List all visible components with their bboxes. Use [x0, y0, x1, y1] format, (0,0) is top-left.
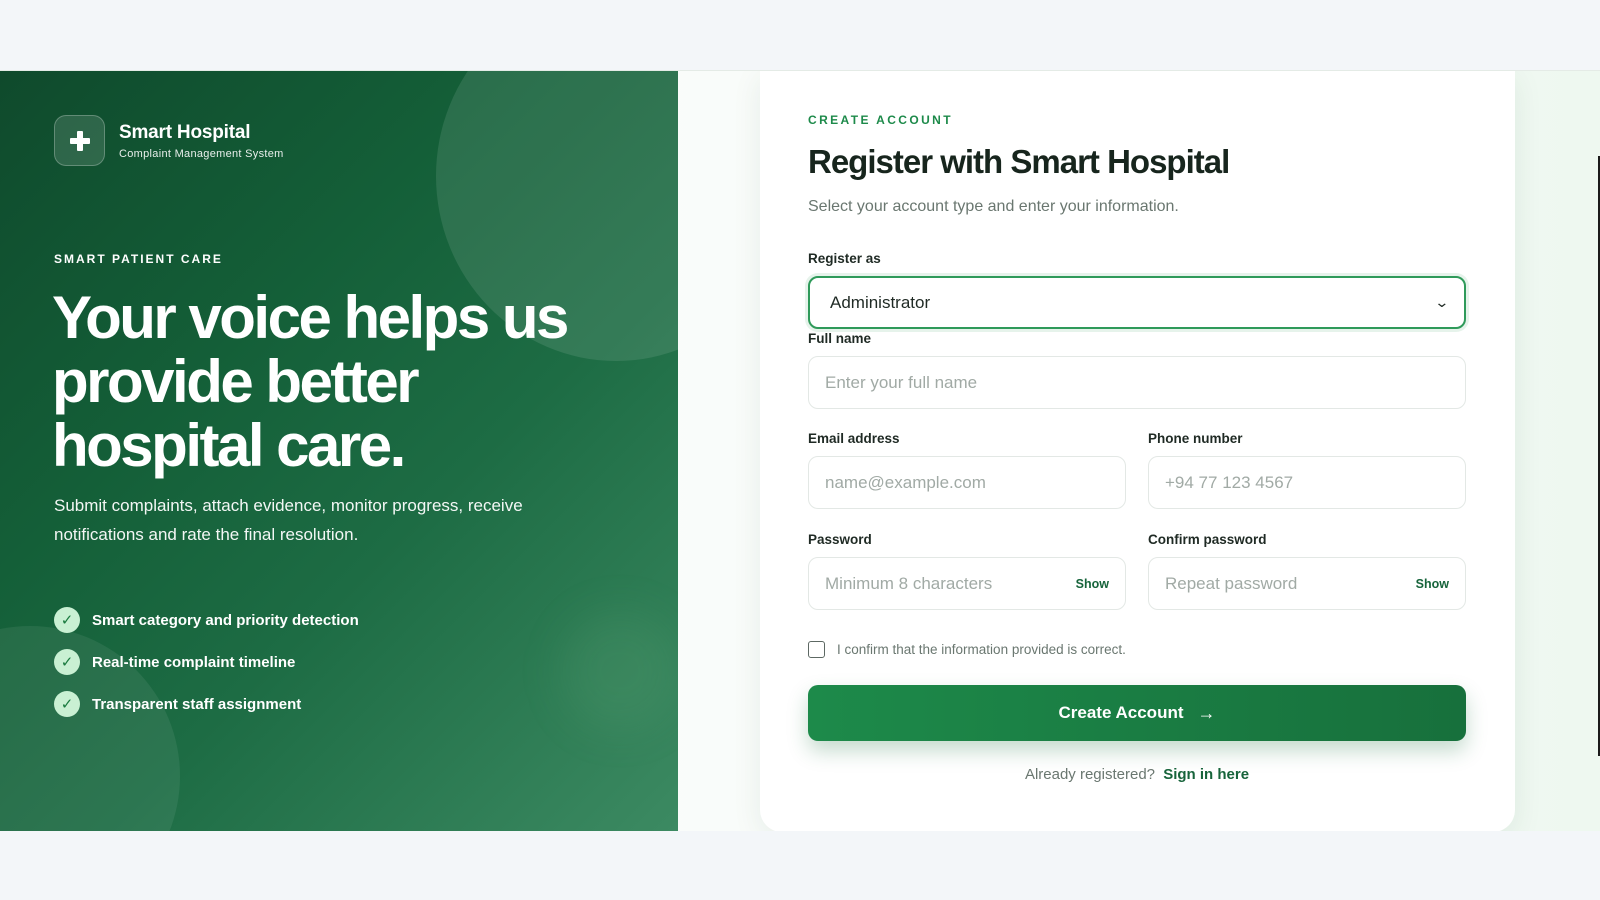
plus-icon — [54, 115, 105, 166]
confirm-password-field[interactable]: Repeat password Show — [1148, 557, 1466, 610]
password-placeholder: Minimum 8 characters — [825, 573, 993, 593]
check-icon: ✓ — [54, 607, 80, 633]
form-subtitle: Select your account type and enter your … — [808, 198, 1179, 215]
create-account-button[interactable]: Create Account → — [808, 685, 1466, 741]
phone-label: Phone number — [1148, 431, 1243, 446]
create-account-label: Create Account — [1058, 703, 1184, 722]
password-field[interactable]: Minimum 8 characters Show — [808, 557, 1126, 610]
brand-subtitle: Complaint Management System — [119, 147, 284, 160]
form-kicker: CREATE ACCOUNT — [808, 113, 953, 127]
arrow-right-icon: → — [1197, 702, 1216, 723]
email-field[interactable]: name@example.com — [808, 456, 1126, 509]
password-label: Password — [808, 532, 872, 547]
feature-label: Smart category and priority detection — [92, 611, 359, 629]
confirm-label: I confirm that the information provided … — [837, 642, 1126, 657]
feature-label: Real-time complaint timeline — [92, 653, 296, 671]
signin-link[interactable]: Sign in here — [1163, 766, 1249, 783]
register-as-label: Register as — [808, 251, 881, 266]
hero-eyebrow: SMART PATIENT CARE — [54, 252, 223, 266]
password-show-button[interactable]: Show — [1076, 577, 1109, 591]
form-panel: CREATE ACCOUNT Register with Smart Hospi… — [678, 71, 1600, 831]
hero-title: Your voice helps us provide better hospi… — [52, 284, 569, 479]
feature-list: ✓ Smart category and priority detection … — [54, 599, 359, 725]
phone-placeholder: +94 77 123 4567 — [1165, 472, 1294, 492]
register-as-select[interactable]: Administrator ⌄ — [808, 276, 1466, 329]
check-icon: ✓ — [54, 649, 80, 675]
confirm-password-label: Confirm password — [1148, 532, 1267, 547]
form-title: Register with Smart Hospital — [808, 143, 1230, 180]
decorative-glow — [560, 611, 678, 731]
confirm-checkbox[interactable] — [808, 641, 825, 658]
feature-label: Transparent staff assignment — [92, 695, 302, 713]
confirm-password-placeholder: Repeat password — [1165, 573, 1298, 593]
brand: Smart Hospital Complaint Management Syst… — [54, 115, 284, 166]
email-label: Email address — [808, 431, 900, 446]
full-name-placeholder: Enter your full name — [825, 372, 978, 392]
hero-description: Submit complaints, attach evidence, moni… — [54, 496, 523, 544]
full-name-label: Full name — [808, 331, 872, 346]
register-as-value: Administrator — [830, 292, 931, 312]
feature-item: ✓ Transparent staff assignment — [54, 683, 359, 725]
feature-item: ✓ Real-time complaint timeline — [54, 641, 359, 683]
check-icon: ✓ — [54, 691, 80, 717]
feature-item: ✓ Smart category and priority detection — [54, 599, 359, 641]
signin-row: Already registered? Sign in here — [808, 766, 1466, 783]
phone-field[interactable]: +94 77 123 4567 — [1148, 456, 1466, 509]
register-card: CREATE ACCOUNT Register with Smart Hospi… — [760, 71, 1515, 831]
full-name-field[interactable]: Enter your full name — [808, 356, 1466, 409]
confirm-password-show-button[interactable]: Show — [1416, 577, 1449, 591]
signin-prompt: Already registered? — [1024, 766, 1156, 783]
chevron-down-icon: ⌄ — [1434, 294, 1450, 310]
page-frame: Smart Hospital Complaint Management Syst… — [0, 70, 1600, 831]
hero-panel: Smart Hospital Complaint Management Syst… — [0, 71, 678, 831]
email-placeholder: name@example.com — [825, 472, 986, 492]
brand-name: Smart Hospital — [119, 121, 251, 143]
confirm-row: I confirm that the information provided … — [808, 641, 1126, 658]
